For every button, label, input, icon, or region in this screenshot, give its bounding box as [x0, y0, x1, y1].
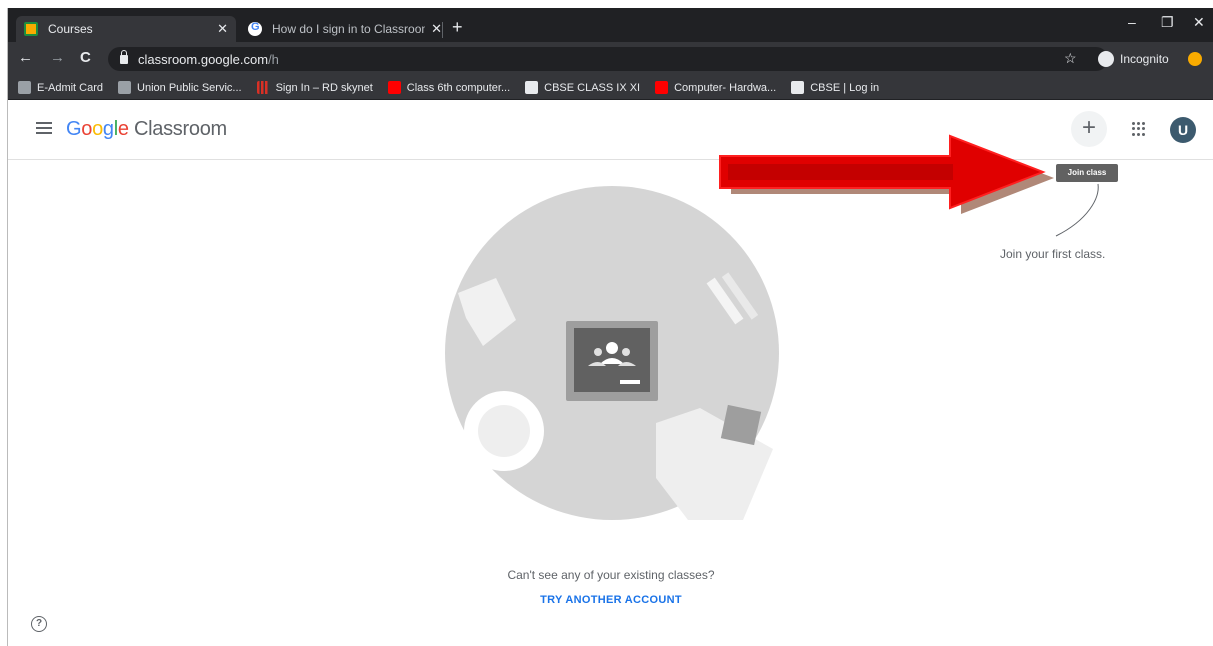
- browser-window: Courses ✕ How do I sign in to Classroom?…: [7, 8, 1213, 646]
- empty-state-illustration: [445, 186, 779, 520]
- try-another-account-link[interactable]: TRY ANOTHER ACCOUNT: [8, 594, 1213, 606]
- help-icon[interactable]: ?: [31, 616, 47, 632]
- cant-see-classes-text: Can't see any of your existing classes?: [507, 568, 715, 582]
